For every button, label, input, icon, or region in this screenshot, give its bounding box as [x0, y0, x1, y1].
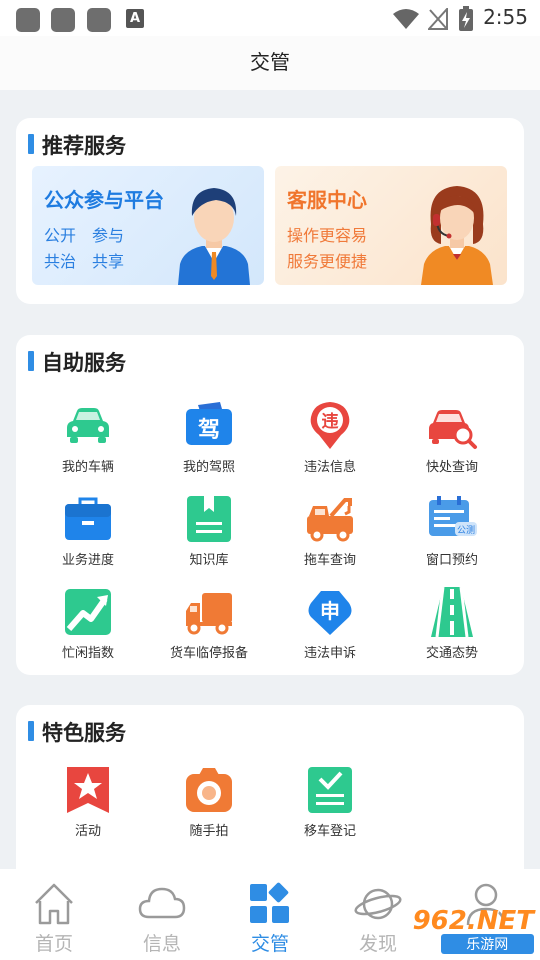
tab-label: 信息 — [142, 933, 181, 955]
notification-icon — [87, 8, 111, 32]
service-label: 移车登记 — [303, 824, 356, 839]
notification-icon — [16, 8, 40, 32]
briefcase-icon — [65, 497, 111, 540]
featured-move-car-register[interactable]: 移车登记 — [270, 763, 390, 839]
home-icon — [35, 883, 73, 925]
service-label: 交通态势 — [425, 646, 478, 661]
tab-info[interactable]: 信息 — [108, 869, 216, 960]
section-title: 特色服务 — [28, 717, 126, 747]
self-service-card: 自助服务 我的车辆 驾 我的驾照 违 违法信息 快处查询 业务进度 知识库 拖车… — [16, 335, 524, 675]
service-label: 窗口预约 — [425, 553, 478, 568]
checklist-icon — [308, 767, 352, 813]
banner-line: 共治 共享 — [44, 252, 125, 271]
service-business-progress[interactable]: 业务进度 — [28, 492, 148, 568]
service-busy-index[interactable]: 忙闲指数 — [28, 585, 148, 661]
wifi-icon — [393, 9, 419, 29]
section-title: 推荐服务 — [28, 130, 126, 160]
service-label: 我的驾照 — [182, 460, 235, 475]
service-label: 我的车辆 — [61, 460, 114, 475]
truck-icon — [186, 593, 232, 635]
appeal-glyph: 申 — [320, 599, 340, 623]
cloud-icon — [138, 887, 186, 919]
watermark-text: 962.NET — [412, 906, 534, 936]
service-window-appointment[interactable]: 公测 窗口预约 — [392, 492, 512, 568]
car-search-icon — [429, 410, 477, 449]
trend-icon — [65, 589, 111, 635]
service-truck-parking-report[interactable]: 货车临停报备 — [149, 585, 269, 661]
tab-home[interactable]: 首页 — [0, 869, 108, 960]
section-title: 自助服务 — [28, 347, 126, 377]
service-knowledge-base[interactable]: 知识库 — [149, 492, 269, 568]
notification-icon — [51, 8, 75, 32]
license-glyph: 驾 — [198, 417, 220, 443]
planet-icon — [354, 888, 402, 920]
service-label: 活动 — [74, 824, 101, 839]
a-badge-icon: A — [126, 9, 144, 28]
public-participation-banner[interactable]: 公众参与平台 公开 参与 共治 共享 — [32, 166, 264, 285]
recommended-services-card: 推荐服务 公众参与平台 公开 参与 共治 共享 客服中心 操作更容易 服务更便捷 — [16, 118, 524, 304]
service-traffic-status[interactable]: 交通态势 — [392, 585, 512, 661]
star-bookmark-icon — [67, 767, 109, 813]
clock: 2:55 — [483, 5, 528, 29]
service-violation-appeal[interactable]: 申 违法申诉 — [270, 585, 390, 661]
page-title: 交管 — [0, 36, 540, 90]
service-label: 拖车查询 — [303, 553, 356, 568]
customer-service-banner[interactable]: 客服中心 操作更容易 服务更便捷 — [275, 166, 507, 285]
banner-line: 公开 参与 — [44, 226, 125, 245]
battery-charging-icon — [459, 6, 473, 31]
service-tow-query[interactable]: 拖车查询 — [270, 492, 390, 568]
beta-badge: 公测 — [457, 525, 475, 536]
watermark-sub: 乐游网 — [440, 934, 534, 954]
service-violation-info[interactable]: 违 违法信息 — [270, 399, 390, 475]
service-label: 知识库 — [189, 553, 229, 568]
status-bar: A 2:55 — [0, 0, 540, 36]
service-label: 货车临停报备 — [169, 646, 248, 661]
service-my-vehicle[interactable]: 我的车辆 — [28, 399, 148, 475]
book-icon — [187, 496, 231, 542]
violation-glyph: 违 — [322, 411, 339, 432]
appeal-icon: 申 — [308, 591, 352, 635]
car-icon — [67, 408, 109, 443]
violation-pin-icon: 违 — [310, 402, 350, 449]
featured-snapshot[interactable]: 随手拍 — [149, 763, 269, 839]
calendar-icon: 公测 — [429, 496, 477, 536]
service-label: 违法信息 — [303, 460, 356, 475]
service-label: 快处查询 — [425, 460, 478, 475]
banner-title: 公众参与平台 — [44, 188, 164, 212]
agent-avatar-icon — [421, 186, 493, 285]
service-label: 违法申诉 — [303, 646, 356, 661]
featured-services-card: 特色服务 活动 随手拍 移车登记 — [16, 705, 524, 885]
tab-traffic-management[interactable]: 交管 — [216, 869, 324, 960]
featured-activity[interactable]: 活动 — [28, 763, 148, 839]
service-label: 业务进度 — [61, 553, 114, 568]
banner-line: 服务更便捷 — [287, 252, 368, 271]
service-label: 忙闲指数 — [61, 646, 114, 661]
camera-icon — [186, 768, 232, 812]
license-icon: 驾 — [186, 402, 232, 445]
banner-title: 客服中心 — [287, 188, 367, 212]
road-icon — [431, 586, 473, 638]
service-label: 随手拍 — [189, 824, 229, 839]
service-my-license[interactable]: 驾 我的驾照 — [149, 399, 269, 475]
grid-icon — [250, 882, 289, 923]
tow-truck-icon — [307, 498, 353, 542]
man-avatar-icon — [178, 188, 250, 285]
no-signal-icon — [428, 8, 448, 30]
banner-line: 操作更容易 — [287, 226, 368, 245]
site-watermark: 962.NET 乐游网 — [413, 908, 534, 954]
tab-label: 交管 — [250, 933, 289, 955]
service-quick-query[interactable]: 快处查询 — [392, 399, 512, 475]
tab-label: 首页 — [34, 933, 73, 955]
